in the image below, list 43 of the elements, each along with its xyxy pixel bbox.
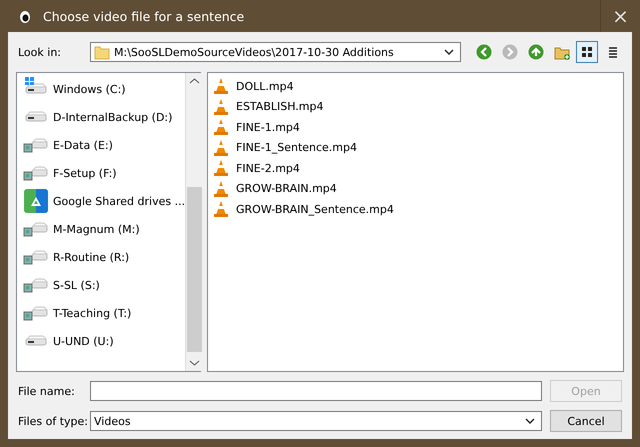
traffic-cone-icon [214,78,228,94]
chevron-down-icon [444,49,454,55]
sidebar-item[interactable]: R-Routine (R:) [23,243,186,271]
sidebar-item[interactable]: Google Shared drives ... [23,187,186,215]
file-item[interactable]: GROW-BRAIN_Sentence.mp4 [214,199,617,220]
file-item[interactable]: FINE-1.mp4 [214,117,617,138]
file-item[interactable]: FINE-1_Sentence.mp4 [214,138,617,158]
file-name-field[interactable] [90,381,542,401]
dialog-button[interactable]: Cancel [550,410,622,432]
look-in-dropdown[interactable]: M:\SooSLDemoSourceVideos\2017-10-30 Additions [90,42,462,62]
up-icon [528,44,544,60]
traffic-cone-icon [214,119,228,136]
traffic-cone-icon [214,201,228,218]
file-item[interactable]: DOLL.mp4 [214,76,617,96]
sidebar-item[interactable]: Windows (C:) [23,75,186,103]
traffic-cone-icon [214,140,228,156]
file-item[interactable]: GROW-BRAIN.mp4 [214,178,617,199]
sidebar-item[interactable]: F-Setup (F:) [23,159,186,187]
back-icon [476,44,492,60]
forward-icon [502,44,518,60]
sidebar-item[interactable]: S-SL (S:) [23,271,186,299]
file-type-label: Files of type: [17,414,90,428]
app-icon [19,8,31,24]
look-in-label: Look in: [17,46,62,58]
chevron-down-icon [525,418,535,424]
sidebar-item[interactable]: D-InternalBackup (D:) [23,103,186,131]
sidebar-item[interactable]: T-Teaching (T:) [23,299,186,327]
scrollbar[interactable] [185,73,204,371]
scrollbar-thumb[interactable] [187,187,202,352]
icon-view-button[interactable] [576,41,598,63]
folder-icon [94,44,110,60]
traffic-cone-icon [214,98,228,115]
traffic-cone-icon [214,160,228,176]
file-item[interactable]: ESTABLISH.mp4 [214,96,617,117]
file-type-dropdown[interactable]: Videos [90,411,542,431]
file-name-label: File name: [17,384,76,398]
window-title: Choose video file for a sentence [43,8,246,24]
traffic-cone-icon [214,180,228,197]
sidebar-item[interactable]: U-UND (U:) [23,327,186,355]
cloud-drive-icon [23,188,49,214]
sidebar-item[interactable]: E-Data (E:) [23,131,186,159]
sidebar-item[interactable]: M-Magnum (M:) [23,215,186,243]
file-item[interactable]: FINE-2.mp4 [214,158,617,178]
